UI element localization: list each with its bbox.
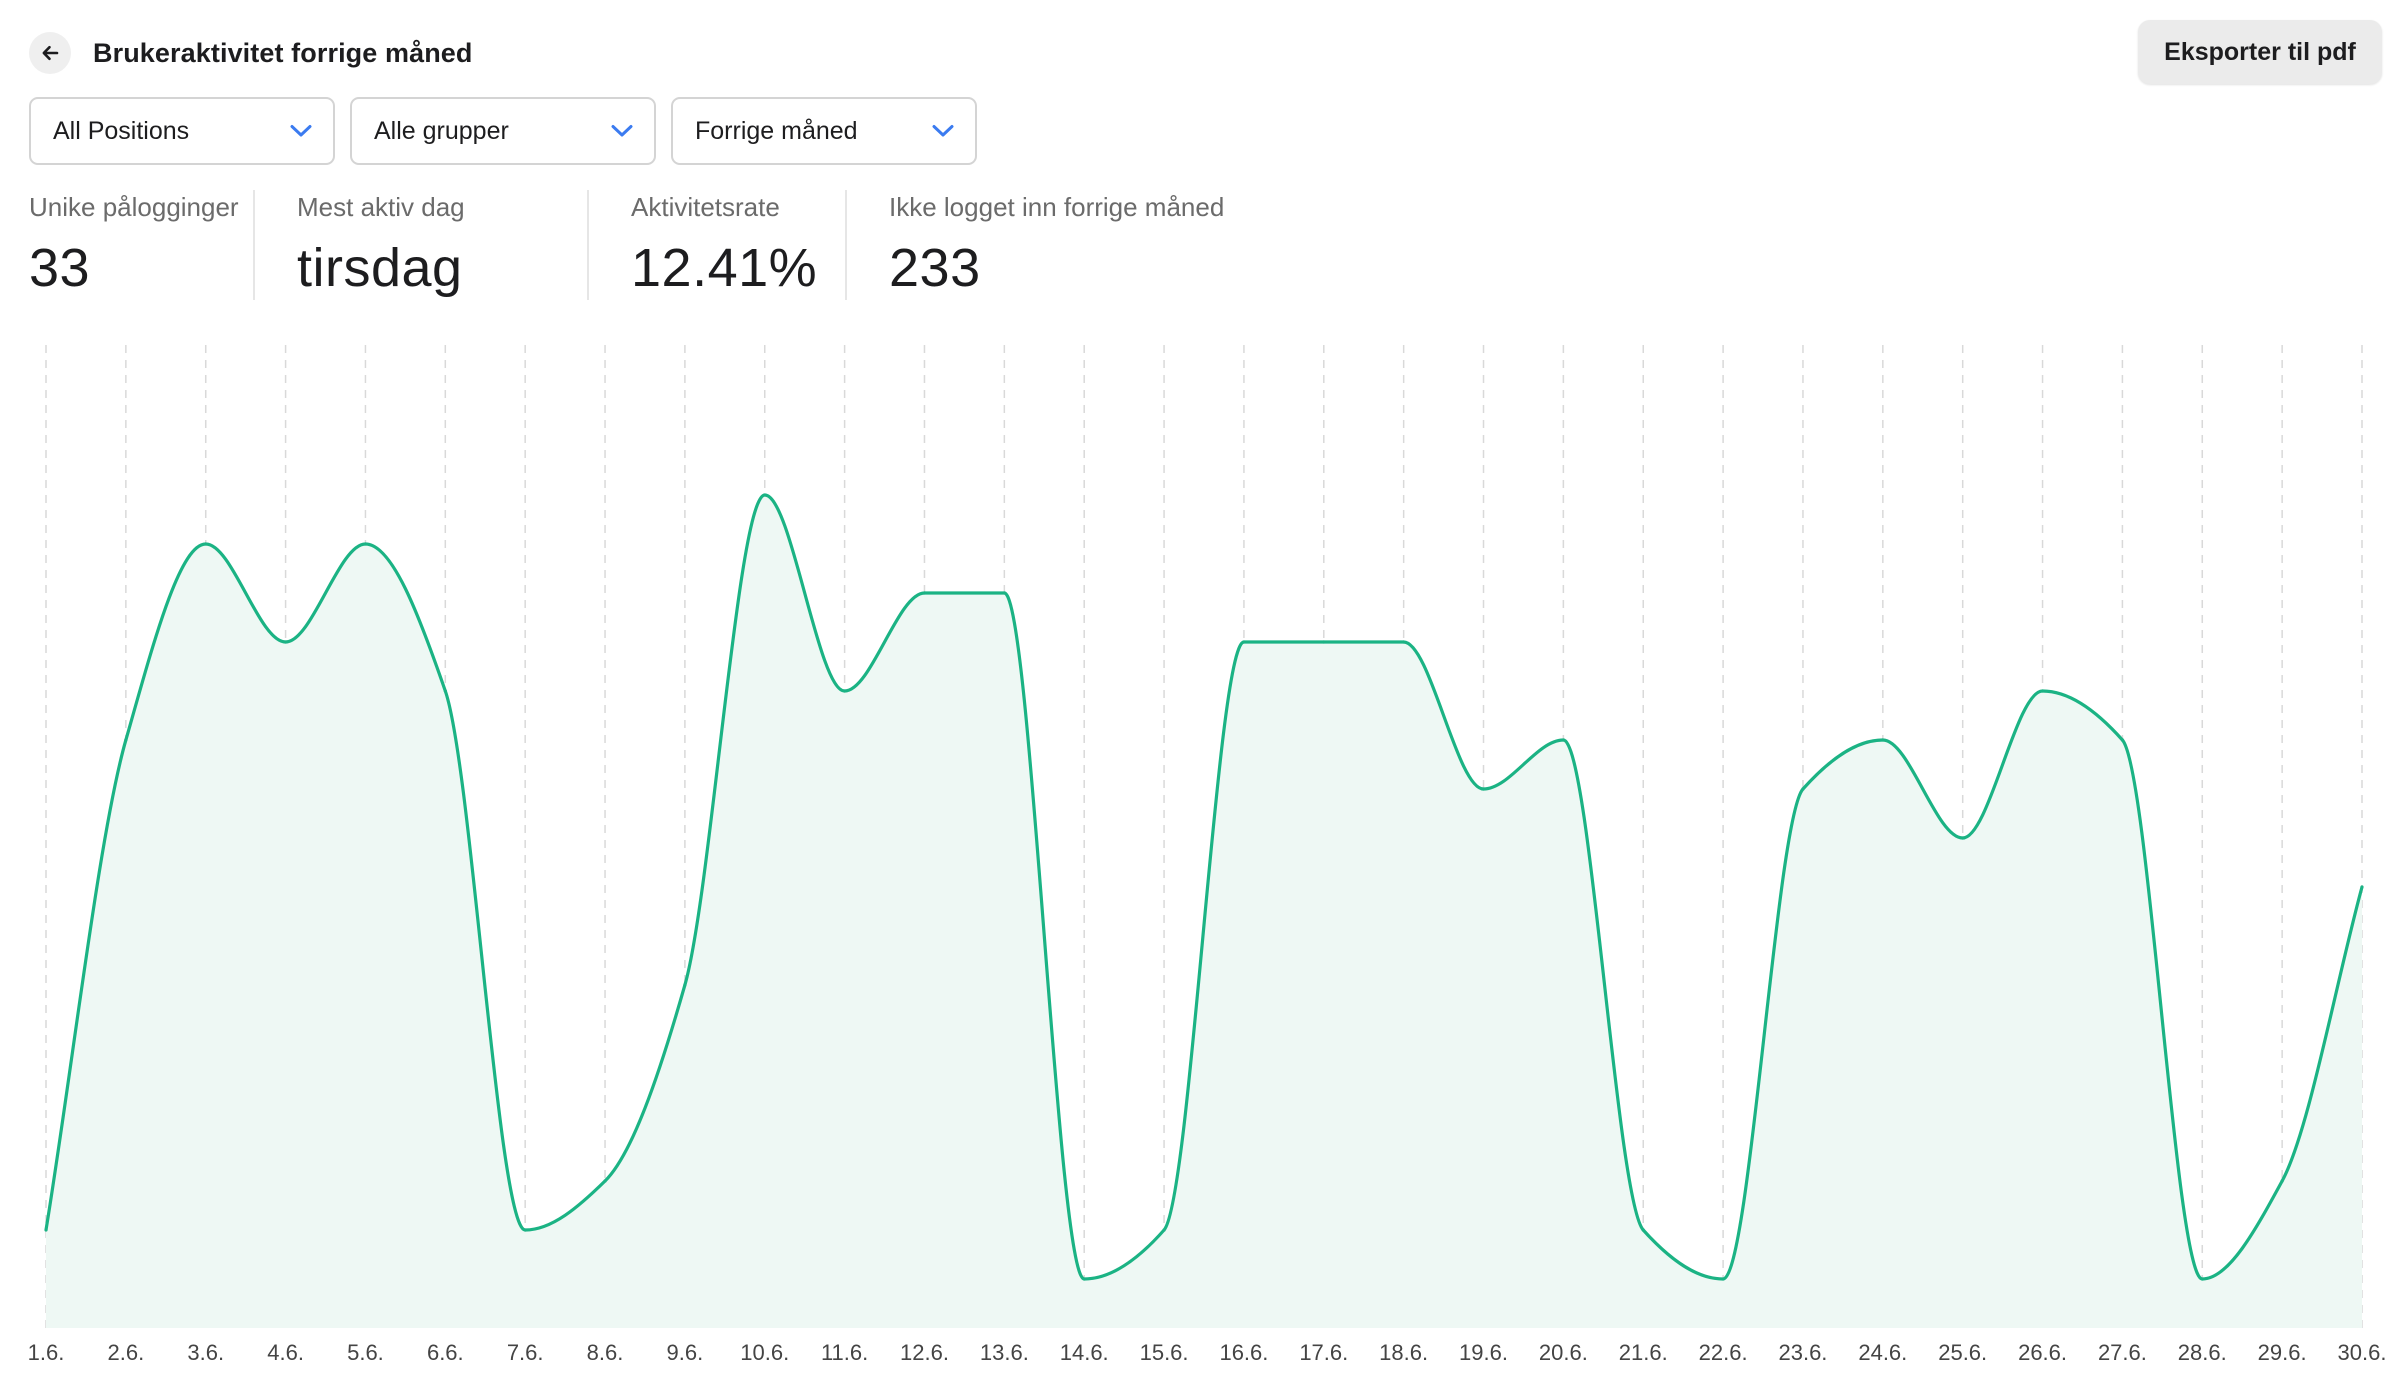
data-point[interactable] [283,640,288,644]
data-point[interactable] [603,1179,607,1183]
x-tick-label: 13.6. [980,1340,1029,1365]
data-point[interactable] [1721,1277,1725,1281]
data-point[interactable] [523,1228,527,1232]
data-point[interactable] [922,591,927,595]
data-point[interactable] [1162,1228,1166,1232]
stat-label: Ikke logget inn forrige måned [889,192,1225,222]
data-point[interactable] [683,983,687,987]
x-tick-label: 20.6. [1539,1340,1588,1365]
x-tick-label: 1.6. [28,1340,65,1365]
x-tick-label: 22.6. [1699,1340,1748,1365]
x-tick-label: 3.6. [187,1340,224,1365]
data-point[interactable] [44,1228,48,1232]
data-point[interactable] [1082,1277,1086,1281]
x-tick-label: 24.6. [1858,1340,1907,1365]
group-filter-value: Alle grupper [374,116,509,145]
data-point[interactable] [1961,836,1965,840]
export-pdf-button[interactable]: Eksporter til pdf [2138,20,2382,84]
stat-value: 33 [29,238,91,298]
stat-value: tirsdag [297,238,463,298]
x-tick-label: 8.6. [587,1340,624,1365]
x-tick-label: 23.6. [1778,1340,1827,1365]
x-tick-label: 6.6. [427,1340,464,1365]
stat-label: Unike pålogginger [29,192,239,222]
filter-bar: All Positions Alle grupper Forrige måned [29,97,977,165]
stats-row: Unike pålogginger 33 Mest aktiv dag tirs… [29,190,1268,300]
data-point[interactable] [2200,1277,2204,1281]
period-filter-value: Forrige måned [695,116,858,145]
stat-most-active-day: Mest aktiv dag tirsdag [253,190,587,300]
stat-not-logged-in: Ikke logget inn forrige måned 233 [845,190,1268,300]
data-point[interactable] [1561,738,1565,742]
stat-activity-rate: Aktivitetsrate 12.41% [587,190,845,300]
position-filter-value: All Positions [53,116,190,145]
stat-label: Aktivitetsrate [631,192,780,222]
chevron-down-icon [290,125,312,137]
data-point[interactable] [1641,1228,1645,1232]
x-tick-label: 21.6. [1619,1340,1668,1365]
chevron-down-icon [611,125,633,137]
x-axis-labels: 1.6. 2.6. 3.6. 4.6. 5.6. 6.6. 7.6. 8.6. 9.6. 10.6… [28,1340,2387,1365]
data-point[interactable] [1881,738,1885,742]
data-point[interactable] [124,738,128,742]
data-point[interactable] [2280,1179,2284,1183]
x-tick-label: 30.6. [2338,1340,2387,1365]
position-filter-select[interactable]: All Positions [29,97,335,165]
data-point[interactable] [204,542,208,546]
x-tick-label: 4.6. [267,1340,304,1365]
x-tick-label: 18.6. [1379,1340,1428,1365]
x-tick-label: 2.6. [108,1340,145,1365]
x-tick-label: 16.6. [1219,1340,1268,1365]
x-tick-label: 19.6. [1459,1340,1508,1365]
data-point[interactable] [763,493,767,497]
x-tick-label: 14.6. [1060,1340,1109,1365]
data-point[interactable] [2040,689,2045,693]
stat-unique-logins: Unike pålogginger 33 [29,190,253,300]
data-point[interactable] [2120,738,2125,742]
activity-area-chart: 1.6. 2.6. 3.6. 4.6. 5.6. 6.6. 7.6. 8.6. 9.6. 10.6… [28,345,2387,1365]
data-point[interactable] [363,542,368,546]
x-tick-label: 5.6. [347,1340,384,1365]
stat-value: 12.41% [631,238,818,298]
group-filter-select[interactable]: Alle grupper [350,97,656,165]
page-title: Brukeraktivitet forrige måned [93,37,473,68]
x-tick-label: 29.6. [2258,1340,2307,1365]
data-point[interactable] [1801,787,1805,791]
data-point[interactable] [843,689,847,693]
data-point[interactable] [1322,640,1326,644]
x-tick-label: 9.6. [667,1340,704,1365]
x-tick-label: 12.6. [900,1340,949,1365]
period-filter-select[interactable]: Forrige måned [671,97,977,165]
back-button[interactable] [29,32,71,74]
data-point[interactable] [1002,591,1006,595]
chevron-down-icon [932,125,954,137]
data-point[interactable] [1481,787,1486,791]
x-tick-label: 11.6. [821,1340,868,1365]
x-tick-label: 17.6. [1299,1340,1348,1365]
page-header: Brukeraktivitet forrige måned [29,32,473,74]
x-tick-label: 26.6. [2018,1340,2067,1365]
x-tick-label: 25.6. [1938,1340,1987,1365]
data-point[interactable] [2360,885,2364,889]
x-tick-label: 15.6. [1140,1340,1189,1365]
x-tick-label: 10.6. [740,1340,789,1365]
data-point[interactable] [443,689,447,693]
arrow-left-icon [42,45,59,61]
x-tick-label: 27.6. [2098,1340,2147,1365]
data-point[interactable] [1402,640,1406,644]
data-point[interactable] [1242,640,1246,644]
stat-value: 233 [889,238,981,298]
x-tick-label: 7.6. [507,1340,544,1365]
stat-label: Mest aktiv dag [297,192,465,222]
x-tick-label: 28.6. [2178,1340,2227,1365]
